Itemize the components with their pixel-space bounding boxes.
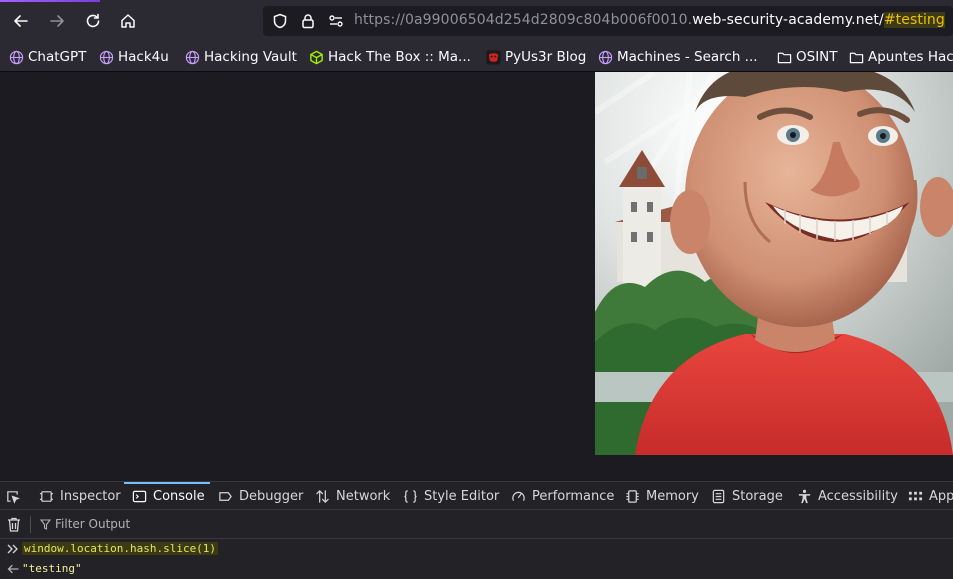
bookmark-label: OSINT <box>796 49 838 65</box>
reload-icon <box>86 13 100 28</box>
lock-icon[interactable] <box>300 13 316 29</box>
tab-label: Storage <box>732 488 783 504</box>
bookmark-hack4u[interactable]: Hack4u <box>99 48 169 66</box>
mask-icon <box>486 49 501 65</box>
bookmark-hacking-vault[interactable]: Hacking Vault <box>185 48 297 66</box>
back-button[interactable] <box>7 7 35 35</box>
shield-icon[interactable] <box>272 13 288 29</box>
tab-accessibility[interactable]: Accessibility <box>797 482 898 509</box>
bookmark-label: Hacking Vault <box>204 49 297 65</box>
element-picker-button[interactable] <box>5 482 26 509</box>
bookmark-label: ChatGPT <box>28 49 87 65</box>
tab-label: Performance <box>532 488 615 504</box>
inspector-icon <box>39 490 54 502</box>
home-icon <box>121 14 135 28</box>
console-output-value: "testing" <box>22 562 82 575</box>
globe-icon <box>185 50 200 64</box>
tab-label: Console <box>153 488 205 504</box>
bookmarks-bar: ChatGPT Hack4u Hacking Vault Hack The Bo… <box>0 42 953 72</box>
tab-label: Inspector <box>60 488 121 504</box>
divider <box>30 516 31 533</box>
bookmark-pyus3r-blog[interactable]: PyUs3r Blog <box>486 48 586 66</box>
selected-tab-indicator <box>124 482 210 484</box>
bookmark-label: PyUs3r Blog <box>505 49 587 65</box>
grid-icon <box>908 491 923 500</box>
filter-output-input[interactable]: Filter Output <box>55 517 130 531</box>
network-icon <box>316 489 329 503</box>
tab-debugger[interactable]: Debugger <box>218 482 304 509</box>
bookmark-label: Machines - Search ... <box>617 49 758 65</box>
double-chevron-icon <box>7 544 18 554</box>
tab-style-editor[interactable]: Style Editor <box>403 482 500 509</box>
bookmark-hack-the-box[interactable]: Hack The Box :: Ma... <box>309 48 471 66</box>
chip-icon <box>626 489 639 503</box>
reload-button[interactable] <box>79 7 107 35</box>
url-text[interactable]: https://0a99006504d254d2809c804b006f0010… <box>354 12 945 28</box>
forward-arrow-icon <box>50 15 64 27</box>
console-filterbar: Filter Output <box>0 510 953 539</box>
console-panel[interactable]: window.location.hash.slice(1) "testing" <box>0 539 953 579</box>
tab-inspector[interactable]: Inspector <box>39 482 121 509</box>
tab-label: App <box>929 488 953 504</box>
bookmark-label: Hack The Box :: Ma... <box>328 49 471 65</box>
gauge-icon <box>512 491 525 501</box>
console-input-code: window.location.hash.slice(1) <box>22 542 219 555</box>
cube-icon <box>310 50 323 64</box>
tab-label: Debugger <box>239 488 304 504</box>
bookmark-folder-apuntes[interactable]: Apuntes Hac <box>849 48 953 66</box>
url-prefix: https://0a99006504d254d2809c804b006f0010… <box>354 12 693 28</box>
braces-icon <box>404 489 417 503</box>
folder-icon <box>777 52 792 63</box>
forward-button[interactable] <box>43 7 71 35</box>
tab-label: Network <box>336 488 391 504</box>
home-button[interactable] <box>114 7 142 35</box>
bookmark-label: Hack4u <box>118 49 169 65</box>
tab-application[interactable]: App <box>908 482 953 509</box>
bookmark-chatgpt[interactable]: ChatGPT <box>9 48 86 66</box>
tab-label: Memory <box>646 488 699 504</box>
tab-network[interactable]: Network <box>315 482 391 509</box>
page-content <box>0 72 953 481</box>
console-result-line: "testing" <box>0 559 953 579</box>
bookmark-machines-search[interactable]: Machines - Search ... <box>598 48 758 66</box>
tab-memory[interactable]: Memory <box>625 482 699 509</box>
tab-console[interactable]: Console <box>132 482 205 509</box>
accessibility-icon <box>798 489 811 503</box>
back-arrow-icon <box>14 15 28 27</box>
element-picker-icon <box>7 490 20 504</box>
tab-label: Style Editor <box>424 488 500 504</box>
trash-icon[interactable] <box>7 517 21 532</box>
tab-performance[interactable]: Performance <box>511 482 615 509</box>
tab-label: Accessibility <box>818 488 898 504</box>
folder-icon <box>849 52 864 63</box>
photo-image <box>595 72 953 455</box>
filter-icon <box>40 519 51 530</box>
permissions-icon[interactable] <box>328 13 344 29</box>
return-arrow-icon <box>7 564 19 574</box>
console-input-line: window.location.hash.slice(1) <box>0 539 953 559</box>
devtools-tabbar: Inspector Console Debugger Network Style… <box>0 481 953 510</box>
active-tab-indicator <box>0 0 100 2</box>
globe-icon <box>9 50 24 64</box>
bookmark-label: Apuntes Hac <box>868 49 953 65</box>
browser-toolbar: https://0a99006504d254d2809c804b006f0010… <box>0 0 953 42</box>
caricature-photo <box>595 72 953 455</box>
debugger-icon <box>219 491 232 501</box>
bookmark-folder-osint[interactable]: OSINT <box>777 48 838 66</box>
url-bar[interactable]: https://0a99006504d254d2809c804b006f0010… <box>263 6 953 36</box>
globe-icon <box>598 50 613 64</box>
url-domain: web-security-academy.net/ <box>692 12 884 28</box>
globe-icon <box>99 50 114 64</box>
tab-storage[interactable]: Storage <box>711 482 783 509</box>
url-hash: #testing <box>883 12 945 28</box>
console-icon <box>132 490 147 502</box>
storage-icon <box>712 489 725 503</box>
